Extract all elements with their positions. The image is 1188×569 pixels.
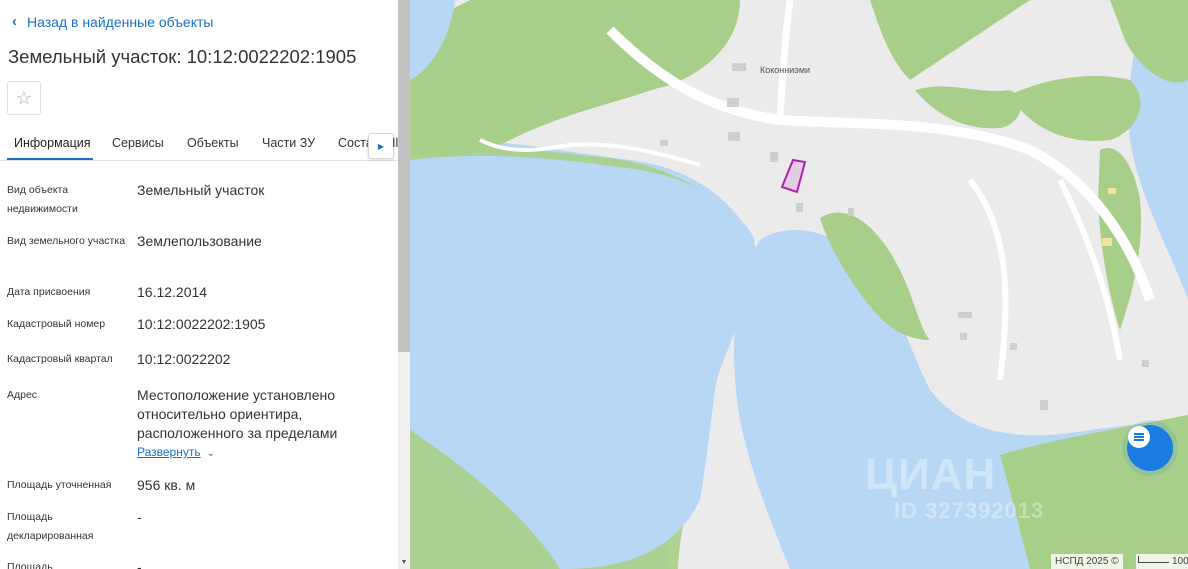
detail-label: Дата присвоения xyxy=(7,286,91,298)
map-attribution: НСПД 2025 © xyxy=(1051,554,1123,569)
back-link-label: Назад в найденные объекты xyxy=(27,13,214,30)
detail-value: Землепользование xyxy=(137,233,262,249)
chat-icon xyxy=(1128,426,1150,448)
star-icon: ☆ xyxy=(15,87,33,108)
detail-label: Кадастровый номер xyxy=(7,318,106,330)
scroll-down-arrow-icon[interactable]: ▼ xyxy=(400,559,408,567)
tab-parts[interactable]: Части ЗУ xyxy=(262,136,315,150)
detail-label: Вид земельного участка xyxy=(7,235,126,247)
detail-value: 10:12:0022202 xyxy=(137,351,231,367)
detail-label: Площадь уточненная xyxy=(7,479,112,491)
expand-label: Развернуть xyxy=(137,445,201,459)
expand-address-link[interactable]: Развернуть ⌄ xyxy=(137,445,215,459)
detail-value: 16.12.2014 xyxy=(137,284,208,300)
map-view[interactable]: Коконниэми ЦИАН ID 327392013 НСПД 2025 ©… xyxy=(410,0,1188,569)
detail-value: Земельный участок xyxy=(137,182,265,198)
tab-services[interactable]: Сервисы xyxy=(112,136,164,150)
map-place-label: Коконниэми xyxy=(760,65,811,75)
detail-label: Площадь декларированная xyxy=(7,511,94,542)
scale-label: 100 xyxy=(1172,556,1188,567)
detail-label: Площадь xyxy=(7,561,53,569)
tab-objects[interactable]: Объекты xyxy=(187,136,239,150)
detail-value: - xyxy=(137,509,142,525)
chat-button[interactable] xyxy=(1127,425,1173,471)
detail-label: Вид объекта недвижимости xyxy=(7,184,78,215)
chevron-down-icon: ⌄ xyxy=(206,448,215,459)
scale-bar xyxy=(1138,556,1169,563)
back-link[interactable]: ‹ Назад в найденные объекты xyxy=(12,13,213,30)
tabs-scroll-right-button[interactable]: ▶ xyxy=(368,133,394,159)
favorite-button[interactable]: ☆ xyxy=(7,81,41,115)
scrollbar-thumb[interactable] xyxy=(398,0,410,352)
map-canvas xyxy=(410,0,1188,569)
detail-value: 956 кв. м xyxy=(137,477,196,493)
chevron-left-icon: ‹ xyxy=(12,13,17,30)
detail-label: Адрес xyxy=(7,389,38,401)
tab-bar: Информация Сервисы Объекты Части ЗУ Сост… xyxy=(0,126,398,161)
info-panel: ‹ Назад в найденные объекты Земельный уч… xyxy=(0,0,398,569)
detail-label: Кадастровый квартал xyxy=(7,353,113,365)
map-scale: 100 xyxy=(1136,554,1188,569)
chevron-right-icon: ▶ xyxy=(377,141,385,151)
page-title: Земельный участок: 10:12:0022202:1905 xyxy=(8,46,357,67)
tab-info[interactable]: Информация xyxy=(14,136,91,150)
tab-composition[interactable]: Состав xyxy=(338,136,368,150)
active-tab-indicator xyxy=(7,158,93,160)
detail-value: 10:12:0022202:1905 xyxy=(137,316,266,332)
panel-scrollbar[interactable]: ▼ xyxy=(398,0,410,569)
address-value: Местоположение установлено относительно … xyxy=(137,387,338,441)
watermark-id: ID 327392013 xyxy=(894,498,1045,523)
detail-value: - xyxy=(137,559,142,569)
watermark: ЦИАН xyxy=(865,450,997,499)
